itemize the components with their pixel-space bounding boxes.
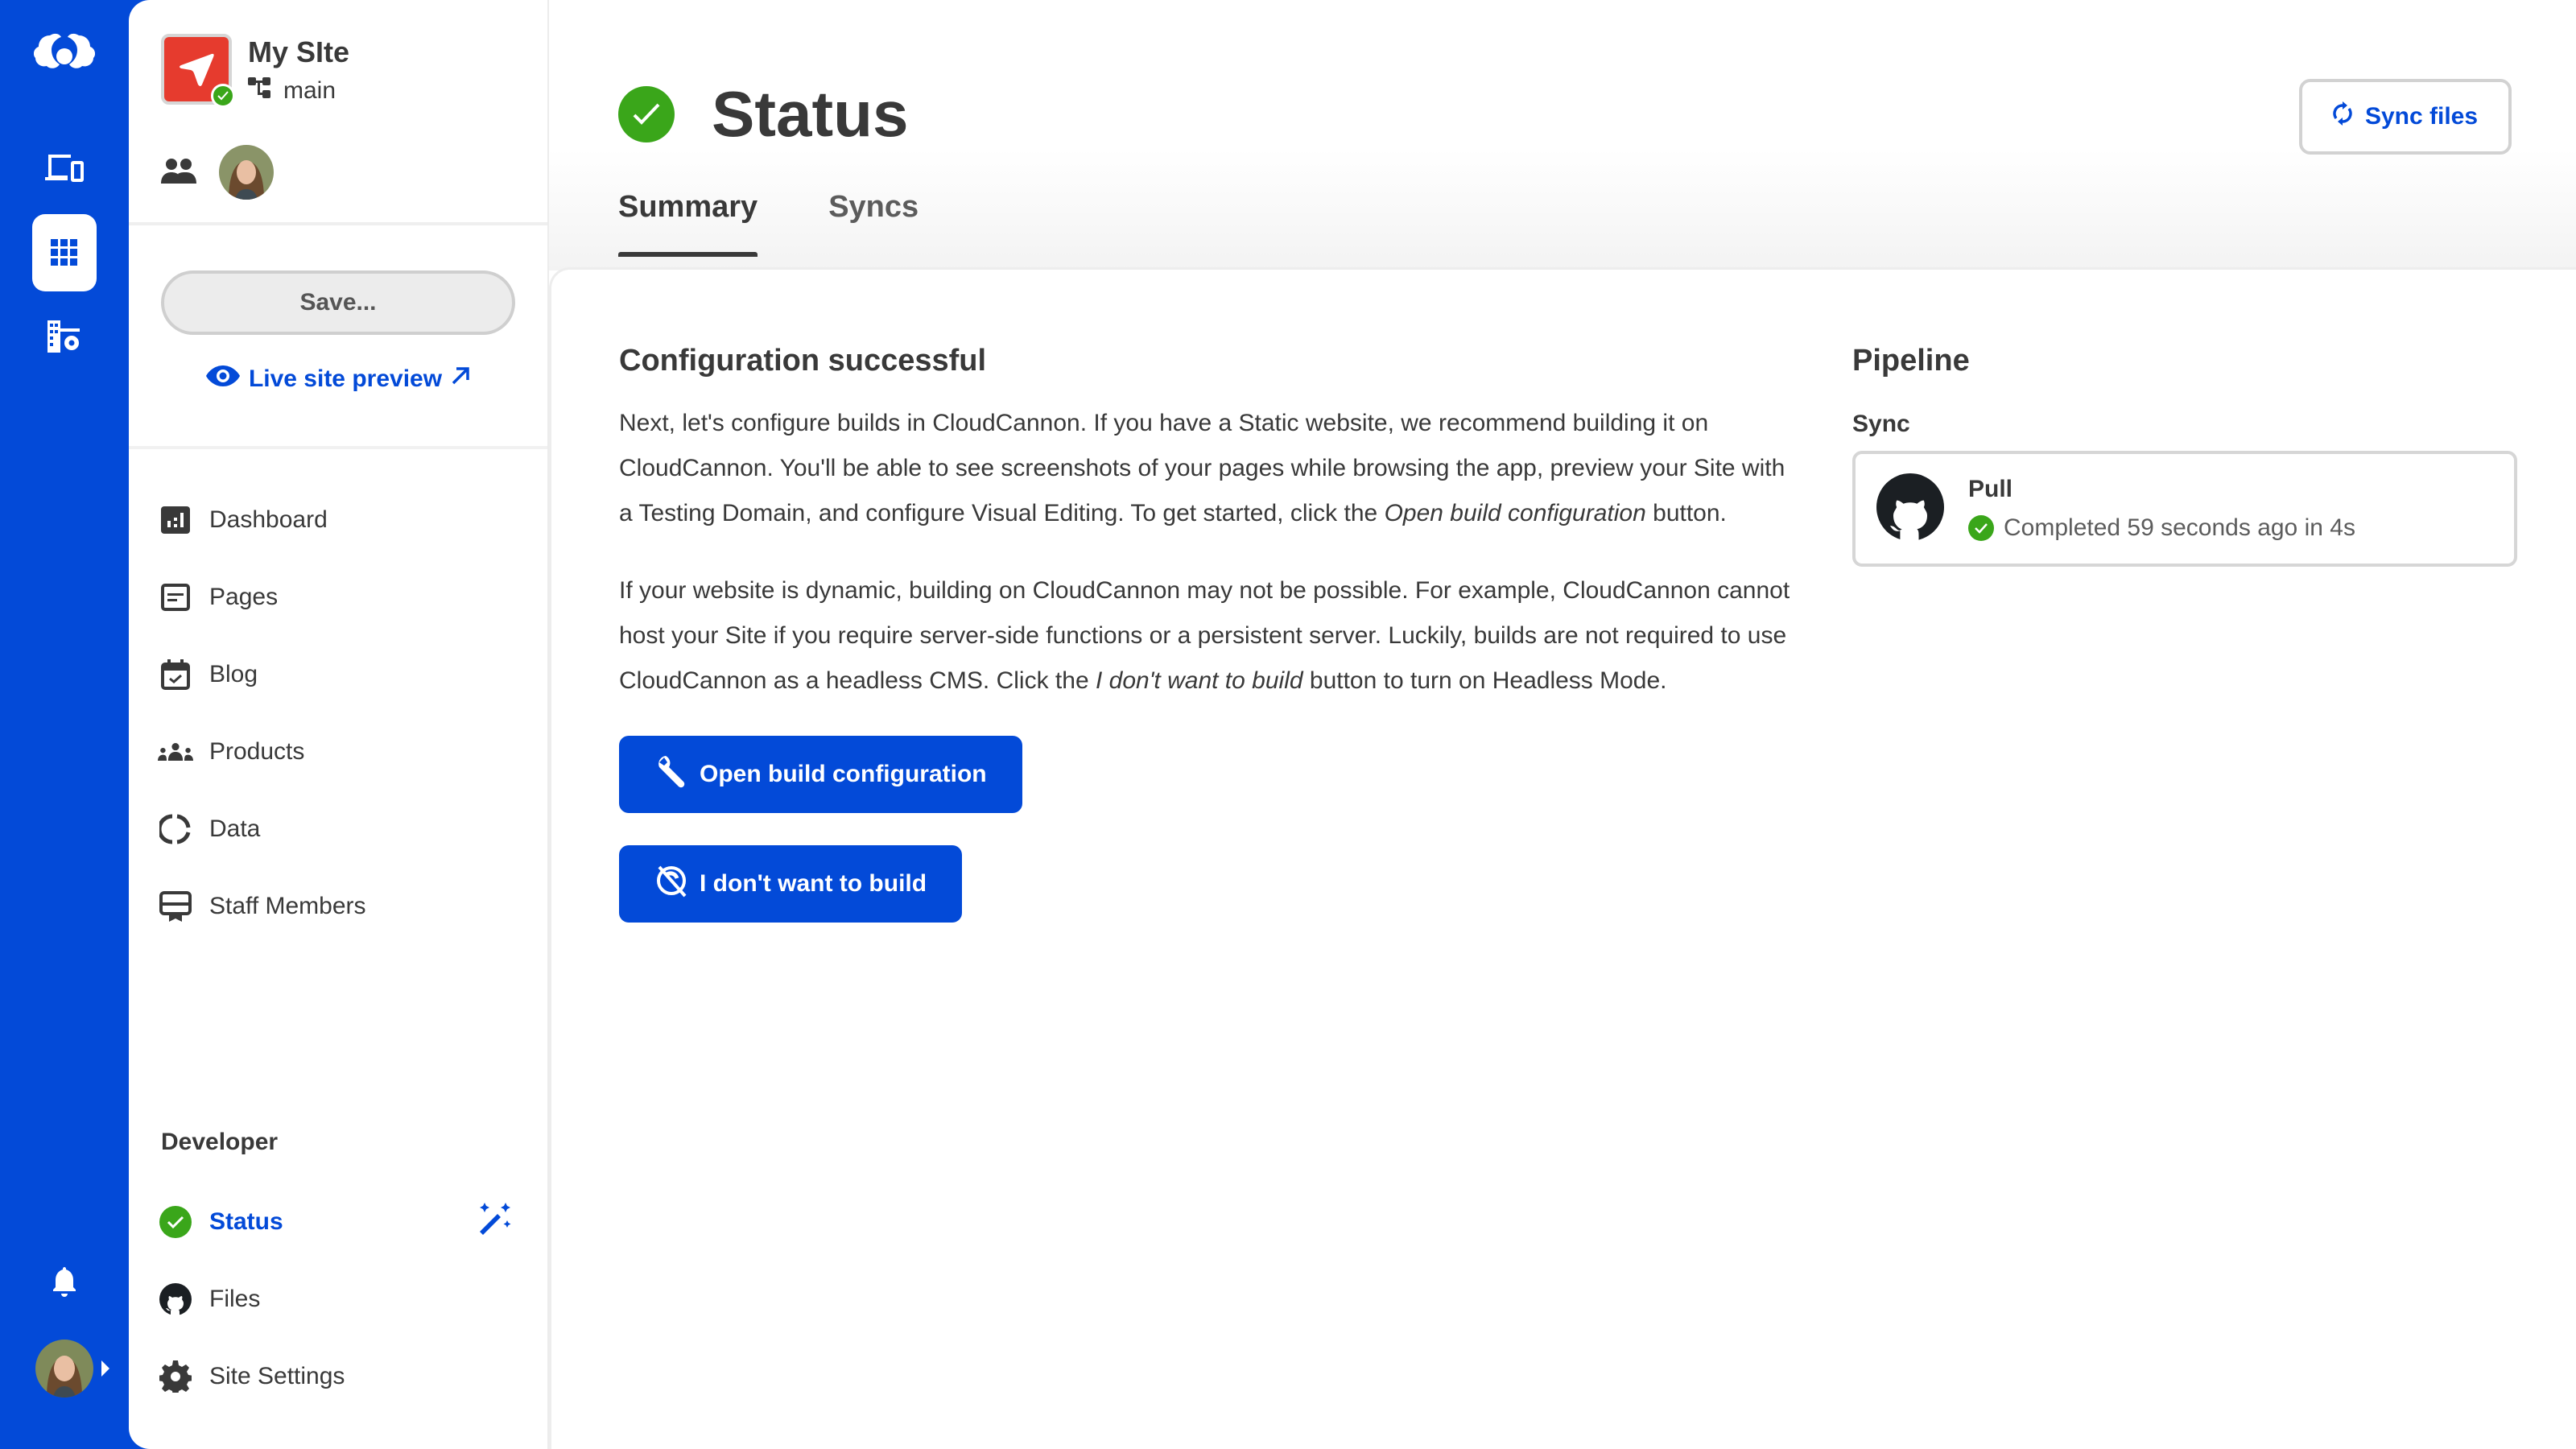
developer-nav: Status Files Site Settings [158,1183,512,1415]
app-rail [0,0,129,1449]
nav-item-status[interactable]: Status [158,1183,512,1261]
pipeline-title: Pipeline [1852,344,1970,378]
text: button. [1645,500,1727,526]
site-sidebar: My SIte main Save... Live site preview D… [129,0,549,1449]
pages-icon [158,584,193,611]
no-build-label: I don't want to build [700,870,927,897]
nav-label: Data [209,815,261,842]
calendar-check-icon [158,659,193,690]
branch-icon [248,76,272,106]
site-branch[interactable]: main [248,76,336,106]
main-area: Status Sync files Summary Syncs Configur… [549,0,2576,1449]
summary-heading: Configuration successful [619,344,987,378]
sync-files-label: Sync files [2364,103,2479,130]
pipeline-section-sync: Sync [1852,411,1910,437]
sync-icon [2333,101,2352,132]
card-icon [158,891,193,922]
magic-wand-icon[interactable] [477,1201,512,1243]
open-build-wrap: Open build configuration [619,736,1794,813]
tab-summary[interactable]: Summary [618,190,758,257]
group-icon [158,742,193,762]
pipeline-step-status-text: Completed 59 seconds ago in 4s [2004,514,2355,541]
emphasis: I don't want to build [1095,667,1303,694]
content-card: Configuration successful Next, let's con… [549,267,2576,1449]
people-icon[interactable] [161,158,196,188]
tabs: Summary Syncs [618,190,919,257]
summary-content: Configuration successful Next, let's con… [619,344,1794,955]
site-nav: Dashboard Pages Blog Products Data Staff… [158,481,512,945]
nav-label: Staff Members [209,893,366,919]
nav-item-site-settings[interactable]: Site Settings [158,1338,512,1415]
sync-files-button[interactable]: Sync files [2299,79,2512,155]
sidebar-divider [129,446,547,449]
wrench-icon [654,754,688,795]
nav-item-products[interactable]: Products [158,713,512,791]
data-ring-icon [158,813,193,845]
page-title: Status [712,78,909,150]
live-site-preview-label: Live site preview [248,365,443,392]
pipeline-step-name: Pull [1968,476,2013,502]
emphasis: Open build configuration [1384,500,1646,526]
status-check-icon [618,86,675,142]
nav-label: Status [209,1208,283,1235]
pipeline-step-card[interactable]: Pull Completed 59 seconds ago in 4s [1852,451,2517,567]
collaborators [161,145,274,200]
summary-paragraph-1: Next, let's configure builds in CloudCan… [619,401,1794,536]
nav-item-pages[interactable]: Pages [158,559,512,636]
eye-icon [205,364,241,394]
open-build-configuration-button[interactable]: Open build configuration [619,736,1022,813]
pipeline-panel: Pipeline Sync Pull Completed 59 seconds … [1852,344,2517,567]
cloudcannon-logo-icon[interactable] [32,24,97,89]
nav-item-dashboard[interactable]: Dashboard [158,481,512,559]
apps-grid-icon[interactable] [32,214,97,291]
nav-label: Files [209,1286,261,1312]
collaborator-avatar[interactable] [219,145,274,200]
text: button to turn on Headless Mode. [1302,667,1667,694]
organization-settings-icon[interactable] [32,304,97,369]
bell-icon[interactable] [32,1249,97,1314]
live-site-preview-link[interactable]: Live site preview [129,364,547,394]
account-menu-caret-icon[interactable] [101,1360,109,1377]
tab-syncs[interactable]: Syncs [828,190,919,257]
nav-item-data[interactable]: Data [158,791,512,868]
github-icon [158,1283,193,1315]
site-header: My SIte main [129,0,547,225]
no-build-icon [654,864,688,904]
site-status-check-icon [211,84,235,108]
title-row: Status [618,77,909,151]
nav-label: Dashboard [209,506,328,533]
dont-want-to-build-button[interactable]: I don't want to build [619,845,963,923]
nav-label: Products [209,738,305,765]
nav-item-staff-members[interactable]: Staff Members [158,868,512,945]
devices-icon[interactable] [32,135,97,200]
pipeline-step-status: Completed 59 seconds ago in 4s [1968,514,2355,542]
nav-item-files[interactable]: Files [158,1261,512,1338]
external-link-icon [450,365,471,393]
user-avatar[interactable] [35,1340,93,1397]
check-circle-icon [158,1206,193,1238]
dashboard-icon [158,506,193,534]
gear-icon [158,1360,193,1393]
developer-section-title: Developer [161,1129,279,1155]
nav-label: Site Settings [209,1363,345,1389]
no-build-wrap: I don't want to build [619,845,1794,923]
nav-label: Pages [209,584,279,610]
save-button[interactable]: Save... [161,270,515,335]
pipeline-step-info: Pull Completed 59 seconds ago in 4s [1968,476,2355,542]
summary-paragraph-2: If your website is dynamic, building on … [619,568,1794,704]
site-name: My SIte [248,35,350,68]
nav-label: Blog [209,661,258,687]
nav-item-blog[interactable]: Blog [158,636,512,713]
branch-name: main [283,77,336,104]
success-check-icon [1968,515,1994,541]
page-header: Status Sync files Summary Syncs [549,0,2576,270]
open-build-label: Open build configuration [700,761,987,787]
github-icon [1876,473,1944,545]
